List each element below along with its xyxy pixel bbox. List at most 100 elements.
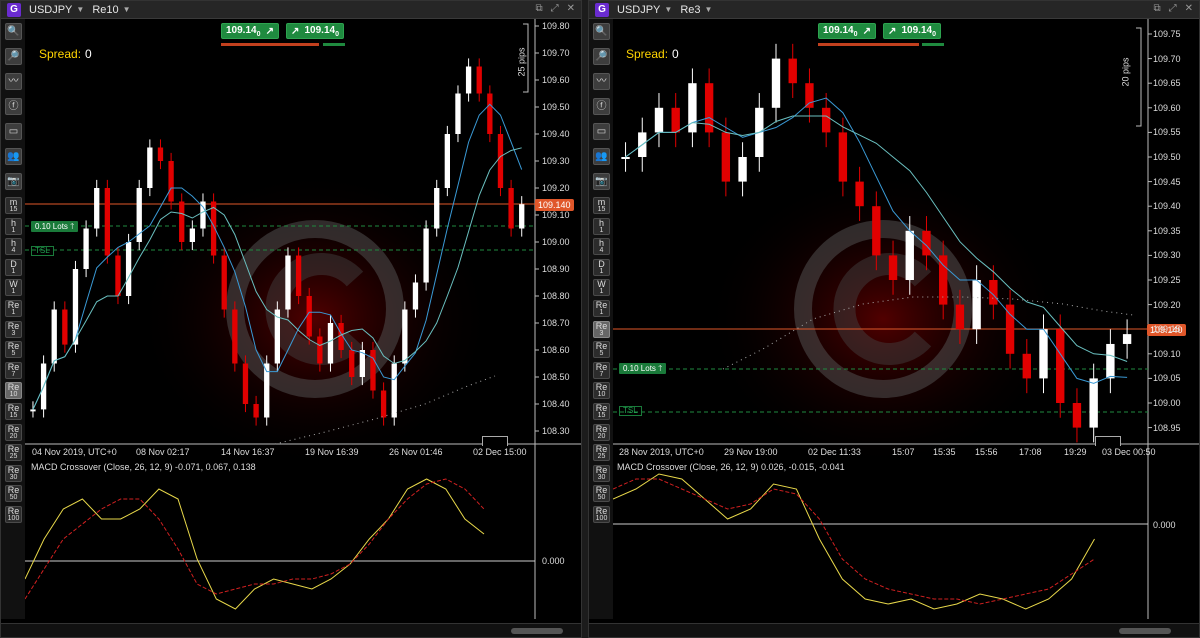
macd-indicator-label[interactable]: MACD Crossover (Close, 26, 12, 9) -0.071…	[31, 462, 256, 472]
timeframe-unit: Re	[595, 320, 608, 331]
zoom-out-icon[interactable]: 🔎	[5, 48, 22, 65]
timeframe-value: 15	[597, 412, 606, 419]
sell-button[interactable]: 109.140 ↗	[818, 23, 876, 39]
time-tick-label: 29 Nov 19:00	[724, 447, 778, 457]
scrollbar-thumb[interactable]	[1119, 628, 1171, 634]
macd-indicator-label[interactable]: MACD Crossover (Close, 26, 12, 9) 0.026,…	[617, 462, 845, 472]
timeframe-value: 4	[599, 247, 604, 255]
maximize-icon[interactable]: ⤢	[1169, 3, 1177, 15]
tsl-badge[interactable]: TSL	[619, 406, 642, 416]
calendar-icon[interactable]: ▭	[593, 123, 610, 140]
timeframe-button-re-5[interactable]: Re 5	[5, 341, 22, 359]
close-icon[interactable]: ✕	[1185, 3, 1193, 15]
timeframe-button-w-1[interactable]: W1	[5, 279, 22, 297]
timeframe-button-re-25[interactable]: Re 25	[5, 444, 22, 462]
timeframe-button-re-1[interactable]: Re 1	[593, 300, 610, 317]
timeframe-button-re-25[interactable]: Re 25	[593, 444, 610, 462]
timeframe-button-re-20[interactable]: Re 20	[593, 423, 610, 441]
window-titlebar[interactable]: G USDJPY ▼ Re10 ▼ ⧉ ⤢ ✕	[1, 1, 581, 19]
timeframe-button-re-7[interactable]: Re 7	[5, 361, 22, 379]
close-icon[interactable]: ✕	[567, 3, 575, 15]
chevron-down-icon[interactable]: ▼	[76, 5, 84, 14]
timeframe-selector[interactable]: Re10	[92, 4, 118, 16]
timeframe-button-re-15[interactable]: Re 15	[5, 403, 22, 420]
candle-body	[838, 132, 848, 182]
chevron-down-icon[interactable]: ▼	[123, 5, 131, 14]
horizontal-scroll-track[interactable]	[1, 623, 581, 637]
timeframe-unit: h	[598, 217, 604, 228]
position-lots-badge[interactable]: 0.10 Lots 🡑	[31, 221, 79, 232]
zoom-in-icon[interactable]: 🔍	[593, 23, 610, 40]
window-titlebar[interactable]: G USDJPY ▼ Re3 ▼ ⧉ ⤢ ✕	[589, 1, 1199, 19]
popout-icon[interactable]: ⧉	[535, 3, 542, 15]
maximize-icon[interactable]: ⤢	[551, 3, 559, 15]
timeframe-button-re-30[interactable]: Re 30	[5, 464, 22, 482]
timeframe-button-h-4[interactable]: h4	[593, 238, 610, 256]
axis-handle[interactable]	[1095, 436, 1121, 446]
timeframe-button-re-10[interactable]: Re 10	[5, 382, 22, 400]
chevron-down-icon[interactable]: ▼	[664, 5, 672, 14]
timeframe-button-re-100[interactable]: Re 100	[5, 506, 22, 523]
cfx-icon[interactable]: ⓕ	[593, 98, 610, 115]
timeframe-button-re-5[interactable]: Re 5	[593, 341, 610, 359]
timeframe-button-h-1[interactable]: h1	[5, 217, 22, 235]
timeframe-unit: h	[598, 238, 604, 249]
horizontal-scroll-track[interactable]	[589, 623, 1199, 637]
timeframe-button-re-15[interactable]: Re 15	[593, 403, 610, 420]
camera-icon[interactable]: 📷	[5, 173, 22, 190]
chart-window-usdjpy-re3[interactable]: G USDJPY ▼ Re3 ▼ ⧉ ⤢ ✕ 🔍 🔎 〰 ⓕ ▭ 👥 📷 m 15 h 1 h 4 D 1 W…	[588, 0, 1200, 638]
symbol-selector[interactable]: USDJPY	[617, 4, 660, 16]
macd-zero-label: 0.000	[542, 556, 565, 566]
timeframe-button-re-30[interactable]: Re 30	[593, 464, 610, 482]
timeframe-value: 1	[599, 267, 604, 275]
price-chart[interactable]	[25, 19, 581, 625]
timeframe-button-d-1[interactable]: D1	[593, 258, 610, 276]
price-tick-label: 109.30	[1153, 250, 1181, 261]
timeframe-button-re-3[interactable]: Re 3	[593, 320, 610, 338]
zoom-out-icon[interactable]: 🔎	[593, 48, 610, 65]
timeframe-button-m-15[interactable]: m 15	[593, 197, 610, 214]
zoom-in-icon[interactable]: 🔍	[5, 23, 22, 40]
chart-window-usdjpy-re10[interactable]: G USDJPY ▼ Re10 ▼ ⧉ ⤢ ✕ 🔍 🔎 〰 ⓕ ▭ 👥 📷 m 15 h 1 h 4 D 1…	[0, 0, 582, 638]
timeframe-value: 5	[599, 350, 604, 358]
axis-handle[interactable]	[482, 436, 508, 446]
calendar-icon[interactable]: ▭	[5, 123, 22, 140]
candle-body	[654, 107, 664, 133]
buy-button[interactable]: ↗ 109.140	[883, 23, 941, 39]
indicator-icon[interactable]: 〰	[593, 73, 610, 90]
timeframe-button-m-15[interactable]: m 15	[5, 197, 22, 214]
timeframe-button-re-10[interactable]: Re 10	[593, 382, 610, 400]
position-lots-badge[interactable]: 0.10 Lots 🡑	[619, 363, 667, 374]
sell-button[interactable]: 109.140 ↗	[221, 23, 279, 39]
tsl-badge[interactable]: TSL	[31, 246, 54, 256]
timeframe-button-h-1[interactable]: h1	[593, 217, 610, 235]
buy-button[interactable]: ↗ 109.140	[286, 23, 344, 39]
timeframe-button-re-50[interactable]: Re 50	[593, 485, 610, 503]
chevron-down-icon[interactable]: ▼	[705, 5, 713, 14]
cfx-icon[interactable]: ⓕ	[5, 98, 22, 115]
timeframe-value: 7	[599, 370, 604, 378]
timeframe-button-w-1[interactable]: W1	[593, 279, 610, 297]
arrow-up-right-icon: ↗	[862, 25, 871, 37]
people-icon[interactable]: 👥	[593, 148, 610, 165]
timeframe-button-re-7[interactable]: Re 7	[593, 361, 610, 379]
timeframe-button-d-1[interactable]: D1	[5, 258, 22, 276]
timeframe-selector[interactable]: Re3	[680, 4, 700, 16]
candle-body	[94, 188, 100, 229]
indicator-icon[interactable]: 〰	[5, 73, 22, 90]
popout-icon[interactable]: ⧉	[1153, 3, 1160, 15]
timeframe-unit: Re	[7, 485, 20, 496]
symbol-selector[interactable]: USDJPY	[29, 4, 72, 16]
timeframe-button-re-50[interactable]: Re 50	[5, 485, 22, 503]
pips-scale-label: 25 pips	[516, 47, 527, 77]
price-chart[interactable]	[613, 19, 1199, 625]
timeframe-button-re-20[interactable]: Re 20	[5, 423, 22, 441]
camera-icon[interactable]: 📷	[593, 173, 610, 190]
timeframe-button-h-4[interactable]: h4	[5, 238, 22, 256]
spread-display: Spread: 0	[626, 47, 679, 61]
timeframe-button-re-3[interactable]: Re 3	[5, 320, 22, 338]
people-icon[interactable]: 👥	[5, 148, 22, 165]
timeframe-button-re-1[interactable]: Re 1	[5, 300, 22, 317]
timeframe-button-re-100[interactable]: Re 100	[593, 506, 610, 523]
scrollbar-thumb[interactable]	[511, 628, 563, 634]
